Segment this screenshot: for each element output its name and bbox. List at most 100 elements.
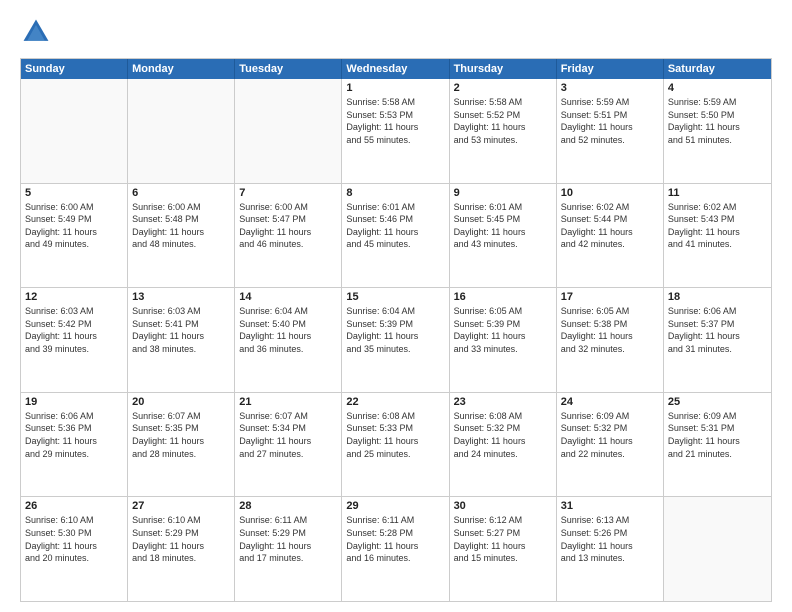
calendar-cell: 13Sunrise: 6:03 AM Sunset: 5:41 PM Dayli… bbox=[128, 288, 235, 392]
day-info: Sunrise: 6:12 AM Sunset: 5:27 PM Dayligh… bbox=[454, 514, 552, 564]
day-number: 26 bbox=[25, 500, 123, 512]
weekday-header: Thursday bbox=[450, 59, 557, 79]
calendar-cell: 26 Sunrise: 6:10 AM Sunset: 5:30 PM Dayli… bbox=[21, 497, 128, 601]
calendar-body: 1 Sunrise: 5:58 AM Sunset: 5:53 PM Daylig… bbox=[21, 79, 771, 601]
day-number: 3 bbox=[561, 82, 659, 94]
day-number: 22 bbox=[346, 396, 444, 408]
day-number: 28 bbox=[239, 500, 337, 512]
day-info: Sunrise: 6:08 AM Sunset: 5:33 PM Dayligh… bbox=[346, 410, 444, 460]
day-number: 10 bbox=[561, 187, 659, 199]
calendar-cell: 20 Sunrise: 6:07 AM Sunset: 5:35 PM Dayli… bbox=[128, 393, 235, 497]
calendar-cell: 18 Sunrise: 6:06 AM Sunset: 5:37 PM Dayli… bbox=[664, 288, 771, 392]
calendar: SundayMondayTuesdayWednesdayThursdayFrid… bbox=[20, 58, 772, 602]
day-number: 27 bbox=[132, 500, 230, 512]
day-info: Sunrise: 6:06 AM Sunset: 5:36 PM Dayligh… bbox=[25, 410, 123, 460]
day-info: Sunrise: 5:58 AM Sunset: 5:53 PM Dayligh… bbox=[346, 96, 444, 146]
day-info: Sunrise: 6:10 AM Sunset: 5:29 PM Dayligh… bbox=[132, 514, 230, 564]
calendar-cell: 9Sunrise: 6:01 AM Sunset: 5:45 PM Daylig… bbox=[450, 184, 557, 288]
day-info: Sunrise: 6:11 AM Sunset: 5:29 PM Dayligh… bbox=[239, 514, 337, 564]
calendar-cell: 16 Sunrise: 6:05 AM Sunset: 5:39 PM Dayli… bbox=[450, 288, 557, 392]
day-number: 14 bbox=[239, 291, 337, 303]
calendar-cell: 14 Sunrise: 6:04 AM Sunset: 5:40 PM Dayli… bbox=[235, 288, 342, 392]
day-number: 30 bbox=[454, 500, 552, 512]
calendar-cell bbox=[235, 79, 342, 183]
calendar-cell: 15 Sunrise: 6:04 AM Sunset: 5:39 PM Dayli… bbox=[342, 288, 449, 392]
day-info: Sunrise: 6:07 AM Sunset: 5:34 PM Dayligh… bbox=[239, 410, 337, 460]
calendar-cell: 25 Sunrise: 6:09 AM Sunset: 5:31 PM Dayli… bbox=[664, 393, 771, 497]
day-number: 29 bbox=[346, 500, 444, 512]
header bbox=[20, 16, 772, 48]
calendar-cell: 30 Sunrise: 6:12 AM Sunset: 5:27 PM Dayli… bbox=[450, 497, 557, 601]
page: SundayMondayTuesdayWednesdayThursdayFrid… bbox=[0, 0, 792, 612]
day-number: 18 bbox=[668, 291, 767, 303]
calendar-cell: 23Sunrise: 6:08 AM Sunset: 5:32 PM Dayli… bbox=[450, 393, 557, 497]
weekday-header: Monday bbox=[128, 59, 235, 79]
calendar-cell: 11 Sunrise: 6:02 AM Sunset: 5:43 PM Dayli… bbox=[664, 184, 771, 288]
calendar-cell: 22 Sunrise: 6:08 AM Sunset: 5:33 PM Dayli… bbox=[342, 393, 449, 497]
calendar-week: 1 Sunrise: 5:58 AM Sunset: 5:53 PM Daylig… bbox=[21, 79, 771, 184]
day-number: 4 bbox=[668, 82, 767, 94]
day-number: 11 bbox=[668, 187, 767, 199]
day-number: 7 bbox=[239, 187, 337, 199]
day-number: 9 bbox=[454, 187, 552, 199]
day-info: Sunrise: 6:00 AM Sunset: 5:49 PM Dayligh… bbox=[25, 201, 123, 251]
calendar-cell: 12 Sunrise: 6:03 AM Sunset: 5:42 PM Dayli… bbox=[21, 288, 128, 392]
day-info: Sunrise: 6:06 AM Sunset: 5:37 PM Dayligh… bbox=[668, 305, 767, 355]
calendar-cell: 27 Sunrise: 6:10 AM Sunset: 5:29 PM Dayli… bbox=[128, 497, 235, 601]
calendar-week: 26 Sunrise: 6:10 AM Sunset: 5:30 PM Dayli… bbox=[21, 497, 771, 601]
day-info: Sunrise: 6:08 AM Sunset: 5:32 PM Dayligh… bbox=[454, 410, 552, 460]
day-info: Sunrise: 6:02 AM Sunset: 5:44 PM Dayligh… bbox=[561, 201, 659, 251]
day-number: 19 bbox=[25, 396, 123, 408]
day-number: 1 bbox=[346, 82, 444, 94]
day-number: 17 bbox=[561, 291, 659, 303]
calendar-cell: 21 Sunrise: 6:07 AM Sunset: 5:34 PM Dayli… bbox=[235, 393, 342, 497]
calendar-cell: 17 Sunrise: 6:05 AM Sunset: 5:38 PM Dayli… bbox=[557, 288, 664, 392]
calendar-cell: 24 Sunrise: 6:09 AM Sunset: 5:32 PM Dayli… bbox=[557, 393, 664, 497]
day-info: Sunrise: 6:05 AM Sunset: 5:39 PM Dayligh… bbox=[454, 305, 552, 355]
day-info: Sunrise: 6:03 AM Sunset: 5:42 PM Dayligh… bbox=[25, 305, 123, 355]
day-info: Sunrise: 6:02 AM Sunset: 5:43 PM Dayligh… bbox=[668, 201, 767, 251]
weekday-header: Tuesday bbox=[235, 59, 342, 79]
day-info: Sunrise: 6:05 AM Sunset: 5:38 PM Dayligh… bbox=[561, 305, 659, 355]
day-number: 25 bbox=[668, 396, 767, 408]
calendar-cell bbox=[21, 79, 128, 183]
day-number: 5 bbox=[25, 187, 123, 199]
day-info: Sunrise: 6:11 AM Sunset: 5:28 PM Dayligh… bbox=[346, 514, 444, 564]
calendar-week: 19 Sunrise: 6:06 AM Sunset: 5:36 PM Dayli… bbox=[21, 393, 771, 498]
day-info: Sunrise: 6:07 AM Sunset: 5:35 PM Dayligh… bbox=[132, 410, 230, 460]
day-number: 16 bbox=[454, 291, 552, 303]
day-info: Sunrise: 6:04 AM Sunset: 5:39 PM Dayligh… bbox=[346, 305, 444, 355]
weekday-header: Friday bbox=[557, 59, 664, 79]
day-info: Sunrise: 5:59 AM Sunset: 5:51 PM Dayligh… bbox=[561, 96, 659, 146]
logo-icon bbox=[20, 16, 52, 48]
day-info: Sunrise: 6:13 AM Sunset: 5:26 PM Dayligh… bbox=[561, 514, 659, 564]
calendar-cell: 3 Sunrise: 5:59 AM Sunset: 5:51 PM Daylig… bbox=[557, 79, 664, 183]
day-number: 12 bbox=[25, 291, 123, 303]
day-info: Sunrise: 6:00 AM Sunset: 5:48 PM Dayligh… bbox=[132, 201, 230, 251]
calendar-cell: 19 Sunrise: 6:06 AM Sunset: 5:36 PM Dayli… bbox=[21, 393, 128, 497]
day-info: Sunrise: 6:09 AM Sunset: 5:32 PM Dayligh… bbox=[561, 410, 659, 460]
day-number: 13 bbox=[132, 291, 230, 303]
day-number: 2 bbox=[454, 82, 552, 94]
calendar-cell: 8Sunrise: 6:01 AM Sunset: 5:46 PM Daylig… bbox=[342, 184, 449, 288]
day-info: Sunrise: 6:09 AM Sunset: 5:31 PM Dayligh… bbox=[668, 410, 767, 460]
calendar-cell: 4 Sunrise: 5:59 AM Sunset: 5:50 PM Daylig… bbox=[664, 79, 771, 183]
day-number: 15 bbox=[346, 291, 444, 303]
day-info: Sunrise: 6:00 AM Sunset: 5:47 PM Dayligh… bbox=[239, 201, 337, 251]
calendar-cell: 2 Sunrise: 5:58 AM Sunset: 5:52 PM Daylig… bbox=[450, 79, 557, 183]
day-number: 31 bbox=[561, 500, 659, 512]
calendar-week: 5 Sunrise: 6:00 AM Sunset: 5:49 PM Daylig… bbox=[21, 184, 771, 289]
calendar-cell: 5 Sunrise: 6:00 AM Sunset: 5:49 PM Daylig… bbox=[21, 184, 128, 288]
day-number: 21 bbox=[239, 396, 337, 408]
day-info: Sunrise: 6:10 AM Sunset: 5:30 PM Dayligh… bbox=[25, 514, 123, 564]
day-info: Sunrise: 6:04 AM Sunset: 5:40 PM Dayligh… bbox=[239, 305, 337, 355]
day-number: 20 bbox=[132, 396, 230, 408]
calendar-cell: 28 Sunrise: 6:11 AM Sunset: 5:29 PM Dayli… bbox=[235, 497, 342, 601]
calendar-cell: 31 Sunrise: 6:13 AM Sunset: 5:26 PM Dayli… bbox=[557, 497, 664, 601]
day-number: 8 bbox=[346, 187, 444, 199]
day-info: Sunrise: 5:58 AM Sunset: 5:52 PM Dayligh… bbox=[454, 96, 552, 146]
day-info: Sunrise: 5:59 AM Sunset: 5:50 PM Dayligh… bbox=[668, 96, 767, 146]
day-number: 24 bbox=[561, 396, 659, 408]
calendar-cell: 1 Sunrise: 5:58 AM Sunset: 5:53 PM Daylig… bbox=[342, 79, 449, 183]
weekday-header: Sunday bbox=[21, 59, 128, 79]
